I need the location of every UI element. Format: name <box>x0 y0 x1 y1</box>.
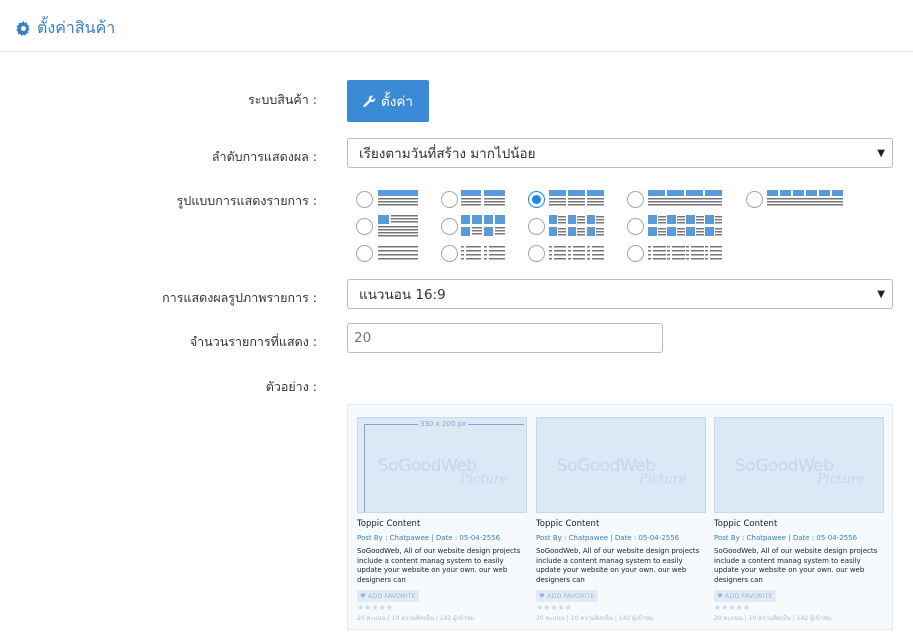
list-layout-label: รูปแบบการแสดงรายการ : <box>176 193 317 208</box>
layout-radio-4col[interactable] <box>627 191 644 208</box>
card-meta: Post By : Chatpawee | Date : 05-04-2556 <box>714 534 858 542</box>
page-title-text: ตั้งค่าสินค้า <box>37 18 116 37</box>
card-meta: Post By : Chatpawee | Date : 05-04-2556 <box>357 534 501 542</box>
card-description: SoGoodWeb, All of our website design pro… <box>714 547 878 584</box>
layout-1col-icon <box>378 190 418 206</box>
image-display-label: การแสดงผลรูปภาพรายการ : <box>162 290 317 305</box>
layout-text-2col-icon <box>461 246 505 260</box>
page-title: ตั้งค่าสินค้า <box>16 16 115 41</box>
layout-2col-icon <box>461 190 505 206</box>
layout-thumb-4col-icon <box>648 215 722 236</box>
layout-radio-thumb-3col[interactable] <box>528 218 545 235</box>
card-title: Toppic Content <box>357 519 421 529</box>
card-description: SoGoodWeb, All of our website design pro… <box>536 547 700 584</box>
rating-stars: ★★★★★ <box>536 603 572 612</box>
preview-card-image: 330 x 200 px SoGoodWeb Picture <box>357 417 527 513</box>
card-meta: Post By : Chatpawee | Date : 05-04-2556 <box>536 534 680 542</box>
add-favorite-label: ADD FAVORITE <box>367 592 416 600</box>
layout-text-list-icon <box>378 246 418 260</box>
heart-icon: ♥ <box>539 592 545 600</box>
layout-radio-thumb-4col[interactable] <box>627 218 644 235</box>
layout-radio-text-4col[interactable] <box>627 245 644 262</box>
add-favorite-button[interactable]: ♥ ADD FAVORITE <box>536 590 598 602</box>
card-stats: 20 คะแนน | 10 ความคิดเห็น | 142 ผู้เข้าช… <box>536 615 654 622</box>
heart-icon: ♥ <box>360 592 366 600</box>
card-title: Toppic Content <box>714 519 778 529</box>
dimension-line <box>364 424 365 512</box>
preview-card-image: SoGoodWeb Picture <box>714 417 884 513</box>
layout-radio-thumb-2col[interactable] <box>441 218 458 235</box>
image-display-select[interactable]: แนวนอน 16:9 ▼ <box>347 279 893 309</box>
item-count-input[interactable]: 20 <box>347 323 663 353</box>
layout-radio-2col[interactable] <box>441 191 458 208</box>
preview-card: SoGoodWeb Picture Toppic Content Post By… <box>714 417 884 623</box>
product-system-label: ระบบสินค้า : <box>247 92 317 107</box>
card-description: SoGoodWeb, All of our website design pro… <box>357 547 521 584</box>
card-title: Toppic Content <box>536 519 600 529</box>
card-stats: 20 คะแนน | 10 ความคิดเห็น | 142 ผู้เข้าช… <box>357 615 475 622</box>
dimension-label: 330 x 200 px <box>418 420 469 428</box>
wrench-icon <box>363 95 376 107</box>
layout-radio-3col[interactable] <box>528 191 545 208</box>
rating-stars: ★★★★★ <box>357 603 393 612</box>
add-favorite-label: ADD FAVORITE <box>724 592 773 600</box>
preview-card: 330 x 200 px SoGoodWeb Picture Toppic Co… <box>357 417 527 623</box>
image-display-value: แนวนอน 16:9 <box>359 287 446 303</box>
layout-text-4col-icon <box>648 246 722 260</box>
card-stats: 20 คะแนน | 10 ความคิดเห็น | 142 ผู้เข้าช… <box>714 615 832 622</box>
layout-radio-text-3col[interactable] <box>528 245 545 262</box>
preview-card-image: SoGoodWeb Picture <box>536 417 706 513</box>
item-count-value: 20 <box>354 330 372 346</box>
layout-thumb-3col-icon <box>549 215 604 236</box>
preview-panel: 330 x 200 px SoGoodWeb Picture Toppic Co… <box>347 404 893 630</box>
rating-stars: ★★★★★ <box>714 603 750 612</box>
add-favorite-button[interactable]: ♥ ADD FAVORITE <box>357 590 419 602</box>
sort-order-value: เรียงตามวันที่สร้าง มากไปน้อย <box>359 146 536 162</box>
layout-radio-text-2col[interactable] <box>441 245 458 262</box>
layout-3col-icon <box>549 190 604 206</box>
layout-thumb-2col-icon <box>461 215 505 236</box>
preview-card: SoGoodWeb Picture Toppic Content Post By… <box>536 417 706 623</box>
watermark-subtitle: Picture <box>639 472 687 487</box>
item-count-label: จำนวนรายการที่แสดง : <box>189 334 317 349</box>
layout-radio-6col[interactable] <box>746 191 763 208</box>
layout-4col-icon <box>648 190 722 206</box>
layout-6col-icon <box>767 190 843 206</box>
layout-radio-text-list[interactable] <box>356 245 373 262</box>
watermark-subtitle: Picture <box>817 472 865 487</box>
heart-icon: ♥ <box>717 592 723 600</box>
sort-order-select[interactable]: เรียงตามวันที่สร้าง มากไปน้อย ▼ <box>347 138 893 168</box>
settings-button-label: ตั้งค่า <box>381 94 413 109</box>
layout-radio-1col[interactable] <box>356 191 373 208</box>
caret-down-icon: ▼ <box>877 148 885 159</box>
add-favorite-button[interactable]: ♥ ADD FAVORITE <box>714 590 776 602</box>
page-header: ตั้งค่าสินค้า <box>0 0 913 52</box>
preview-label: ตัวอย่าง : <box>265 379 317 394</box>
layout-thumb-list-icon <box>378 215 418 237</box>
add-favorite-label: ADD FAVORITE <box>546 592 595 600</box>
gear-icon <box>16 21 30 36</box>
layout-radio-thumb-list[interactable] <box>356 218 373 235</box>
caret-down-icon: ▼ <box>877 289 885 300</box>
watermark-subtitle: Picture <box>460 472 508 487</box>
settings-button[interactable]: ตั้งค่า <box>347 80 429 122</box>
sort-order-label: ลำดับการแสดงผล : <box>211 149 317 164</box>
layout-text-3col-icon <box>549 246 604 260</box>
